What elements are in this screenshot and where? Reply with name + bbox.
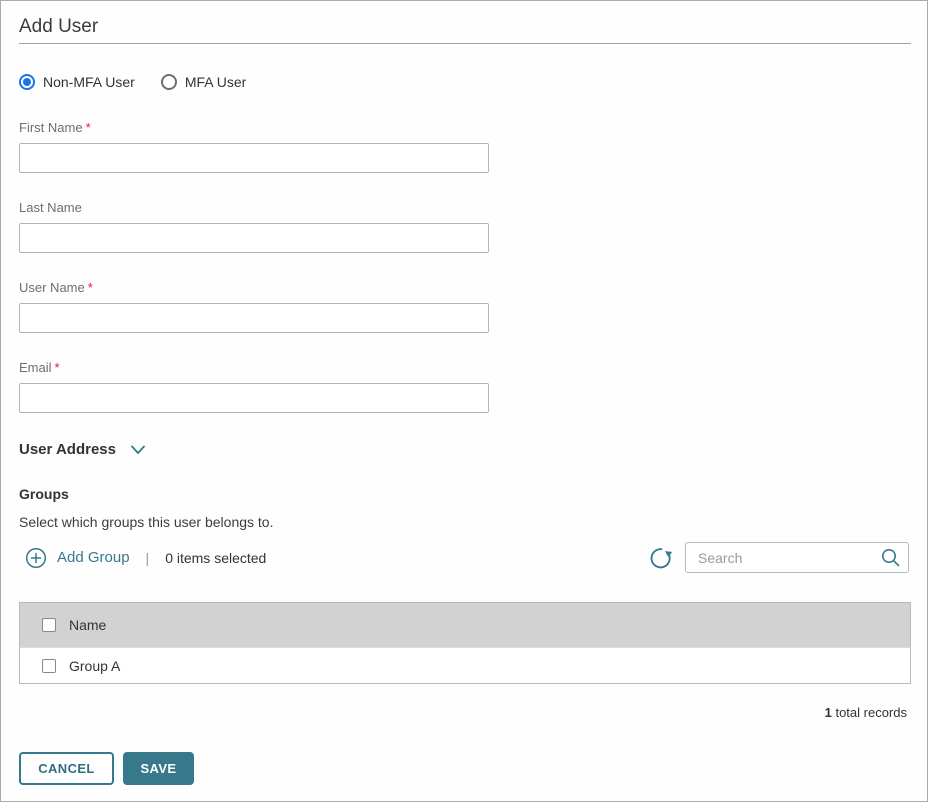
table-row[interactable]: Group A [20,647,910,683]
total-records-count: 1 [825,705,832,720]
required-asterisk: * [55,360,60,375]
radio-mfa-label: MFA User [185,74,246,90]
name-column-header: Name [69,617,106,633]
add-user-panel: Add User Non-MFA User MFA User First Nam… [0,0,928,802]
required-asterisk: * [88,280,93,295]
user-name-field-group: User Name* [19,280,489,333]
title-divider [19,43,911,44]
radio-unselected-icon[interactable] [161,74,177,90]
user-address-section-toggle[interactable]: User Address [19,441,146,458]
total-records: 1 total records [825,705,907,720]
first-name-label: First Name* [19,120,489,135]
user-type-radio-group: Non-MFA User MFA User [19,74,246,90]
user-name-label: User Name* [19,280,489,295]
last-name-field-group: Last Name [19,200,489,253]
radio-selected-icon[interactable] [19,74,35,90]
user-address-label: User Address [19,441,116,458]
first-name-field-group: First Name* [19,120,489,173]
chevron-down-icon[interactable] [130,444,146,456]
radio-mfa-user[interactable]: MFA User [161,74,246,90]
refresh-button[interactable] [647,545,673,571]
required-asterisk: * [86,120,91,135]
email-input[interactable] [19,383,489,413]
user-name-input[interactable] [19,303,489,333]
email-label-text: Email [19,360,52,375]
last-name-input[interactable] [19,223,489,253]
cancel-button[interactable]: CANCEL [19,752,114,785]
magnifier-icon[interactable] [880,547,901,568]
add-group-button[interactable]: Add Group [25,547,130,569]
last-name-label: Last Name [19,200,489,215]
groups-toolbar: Add Group | 0 items selected [25,542,266,573]
selection-status: 0 items selected [165,550,266,566]
groups-table-header: Name [20,603,910,647]
radio-non-mfa-label: Non-MFA User [43,74,135,90]
search-box [685,542,909,573]
search-input[interactable] [685,542,909,573]
page-title: Add User [19,16,98,38]
first-name-label-text: First Name [19,120,83,135]
group-name-cell: Group A [69,658,120,674]
toolbar-separator: | [146,550,150,566]
groups-description: Select which groups this user belongs to… [19,514,273,530]
add-group-label: Add Group [57,549,130,566]
first-name-input[interactable] [19,143,489,173]
radio-non-mfa-user[interactable]: Non-MFA User [19,74,135,90]
email-field-group: Email* [19,360,489,413]
select-all-checkbox[interactable] [42,618,56,632]
groups-table: Name Group A [19,602,911,684]
plus-circle-icon[interactable] [25,547,47,569]
groups-heading: Groups [19,486,69,502]
email-label: Email* [19,360,489,375]
save-button[interactable]: SAVE [123,752,194,785]
row-checkbox[interactable] [42,659,56,673]
total-records-label: total records [835,705,907,720]
user-name-label-text: User Name [19,280,85,295]
last-name-label-text: Last Name [19,200,82,215]
